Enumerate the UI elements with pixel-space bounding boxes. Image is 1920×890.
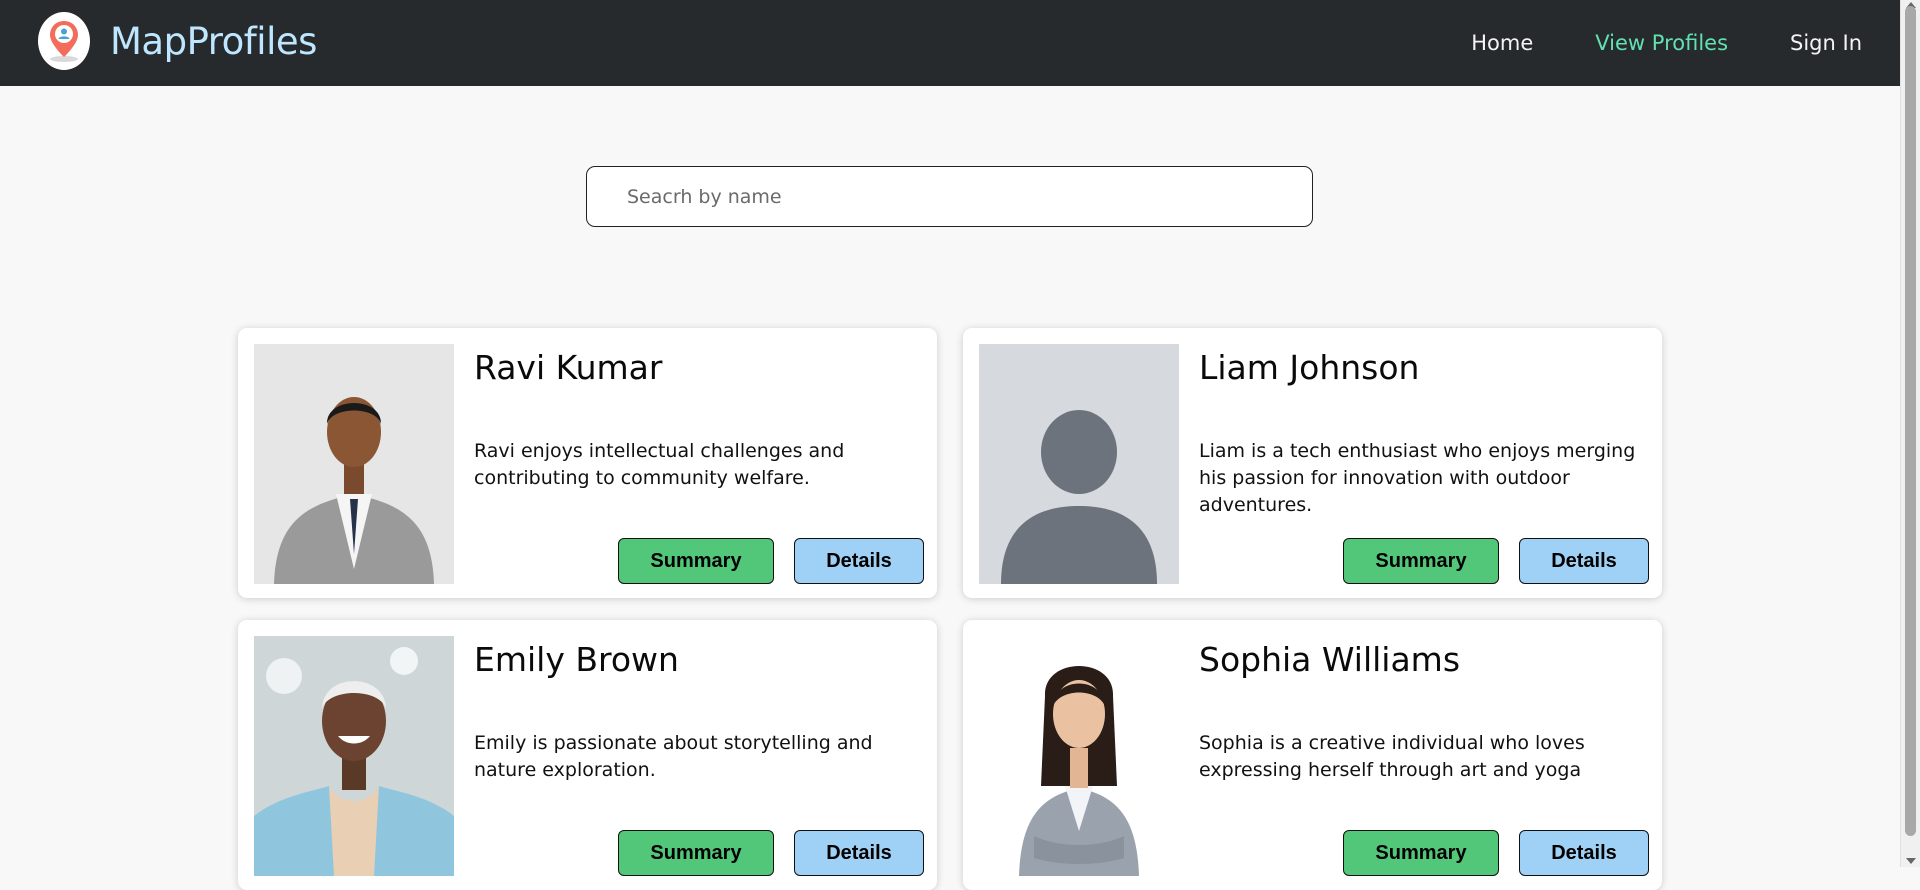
- profile-name: Emily Brown: [474, 640, 679, 679]
- default-avatar-icon: [979, 344, 1179, 584]
- profile-name: Liam Johnson: [1199, 348, 1420, 387]
- profile-name: Sophia Williams: [1199, 640, 1461, 679]
- search-input[interactable]: [586, 166, 1313, 227]
- profile-description: Sophia is a creative individual who love…: [1199, 732, 1585, 781]
- details-button[interactable]: Details: [794, 538, 924, 584]
- profile-photo: [254, 636, 454, 876]
- nav-view-profiles[interactable]: View Profiles: [1595, 31, 1728, 55]
- profile-photo: [979, 636, 1179, 876]
- page-scrollbar[interactable]: [1900, 0, 1920, 867]
- scroll-thumb[interactable]: [1905, 6, 1916, 836]
- top-navbar: MapProfiles Home View Profiles Sign In: [0, 0, 1900, 86]
- details-button[interactable]: Details: [794, 830, 924, 876]
- nav-sign-in[interactable]: Sign In: [1790, 31, 1862, 55]
- profile-card: Liam Johnson Liam is a tech enthusiast w…: [963, 328, 1662, 598]
- profile-card: Emily Brown Emily is passionate about st…: [238, 620, 937, 890]
- main-nav: Home View Profiles Sign In: [1409, 0, 1862, 86]
- profile-description: Ravi enjoys intellectual challenges and …: [474, 440, 845, 489]
- map-pin-person-icon: [38, 12, 90, 70]
- details-button[interactable]: Details: [1519, 830, 1649, 876]
- brand-name: MapProfiles: [110, 19, 317, 63]
- details-button[interactable]: Details: [1519, 538, 1649, 584]
- profile-description: Liam is a tech enthusiast who enjoys mer…: [1199, 440, 1636, 516]
- summary-button[interactable]: Summary: [1343, 830, 1499, 876]
- profile-card: Sophia Williams Sophia is a creative ind…: [963, 620, 1662, 890]
- nav-home[interactable]: Home: [1471, 31, 1533, 55]
- profile-photo: [254, 344, 454, 584]
- profile-name: Ravi Kumar: [474, 348, 663, 387]
- brand[interactable]: MapProfiles: [38, 12, 317, 70]
- scroll-down-arrow-icon[interactable]: [1906, 858, 1916, 864]
- summary-button[interactable]: Summary: [1343, 538, 1499, 584]
- profile-card: Ravi Kumar Ravi enjoys intellectual chal…: [238, 328, 937, 598]
- summary-button[interactable]: Summary: [618, 830, 774, 876]
- summary-button[interactable]: Summary: [618, 538, 774, 584]
- profile-description: Emily is passionate about storytelling a…: [474, 732, 873, 781]
- search-bar: [586, 166, 1313, 227]
